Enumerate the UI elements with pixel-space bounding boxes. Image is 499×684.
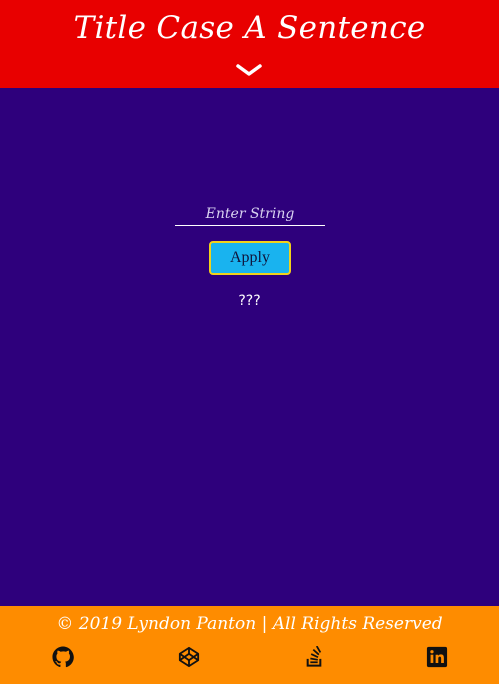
string-input[interactable] [175,202,325,226]
github-icon[interactable] [52,646,74,668]
page-footer: © 2019 Lyndon Panton | All Rights Reserv… [0,606,499,684]
result-text: ??? [238,293,261,309]
page-title: Title Case A Sentence [73,10,426,46]
chevron-down-icon[interactable] [235,62,263,78]
page-header: Title Case A Sentence [0,0,499,88]
linkedin-icon[interactable] [426,646,448,668]
copyright-text: © 2019 Lyndon Panton | All Rights Reserv… [56,614,443,634]
apply-button[interactable]: Apply [209,241,291,275]
main-content: Apply ??? [0,88,499,606]
codepen-icon[interactable] [178,646,200,668]
stackoverflow-icon[interactable] [303,646,325,668]
